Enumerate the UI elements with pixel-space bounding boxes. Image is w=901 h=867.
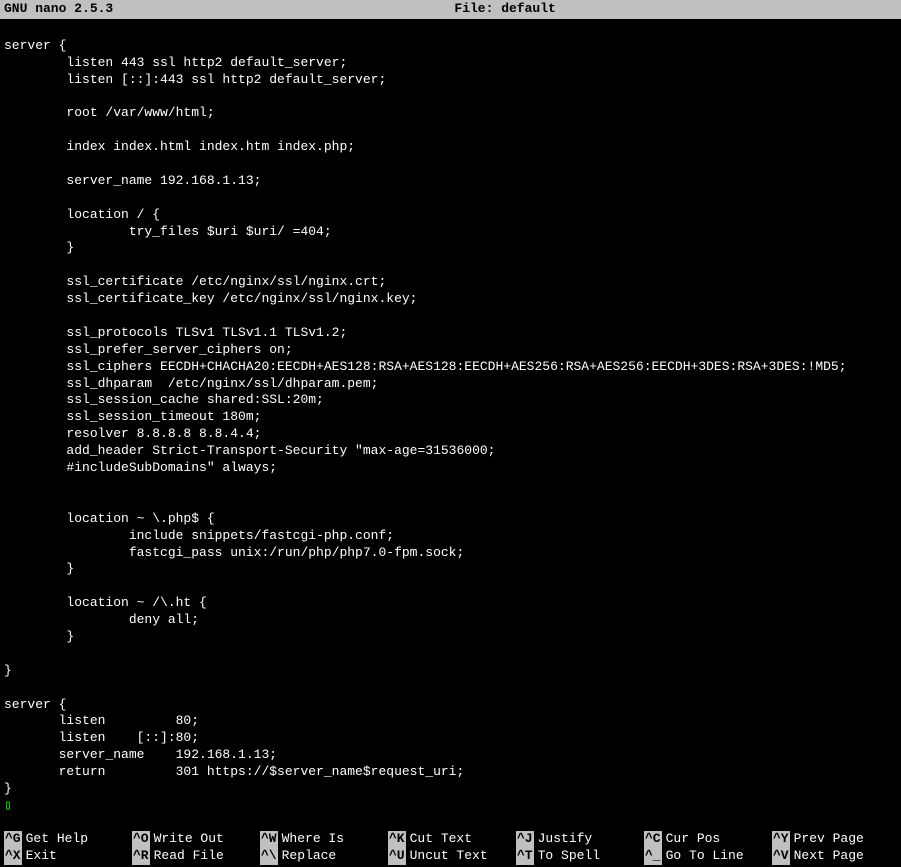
shortcut-row-2: ^X Exit ^R Read File ^\ Replace ^U Uncut… [4,848,897,865]
shortcut-read-file[interactable]: ^R Read File [132,848,260,865]
shortcut-label: Next Page [794,848,864,865]
shortcut-label: Write Out [154,831,224,848]
shortcut-label: To Spell [538,848,600,865]
shortcut-key: ^O [132,831,150,848]
shortcut-write-out[interactable]: ^O Write Out [132,831,260,848]
shortcut-label: Uncut Text [410,848,488,865]
shortcut-key: ^X [4,848,22,865]
shortcut-key: ^_ [644,848,662,865]
text-cursor: ▯ [4,798,12,815]
shortcut-row-1: ^G Get Help ^O Write Out ^W Where Is ^K … [4,831,897,848]
shortcut-go-to-line[interactable]: ^_ Go To Line [644,848,772,865]
shortcut-cur-pos[interactable]: ^C Cur Pos [644,831,772,848]
shortcut-key: ^U [388,848,406,865]
shortcut-label: Replace [282,848,337,865]
shortcut-uncut-text[interactable]: ^U Uncut Text [388,848,516,865]
shortcut-key: ^W [260,831,278,848]
shortcut-key: ^Y [772,831,790,848]
shortcut-label: Go To Line [666,848,744,865]
shortcut-justify[interactable]: ^J Justify [516,831,644,848]
shortcut-next-page[interactable]: ^V Next Page [772,848,900,865]
shortcut-label: Get Help [26,831,88,848]
editor-area[interactable]: server { listen 443 ssl http2 default_se… [0,19,901,817]
shortcut-prev-page[interactable]: ^Y Prev Page [772,831,900,848]
shortcut-bar: ^G Get Help ^O Write Out ^W Where Is ^K … [0,831,901,867]
shortcut-get-help[interactable]: ^G Get Help [4,831,132,848]
shortcut-key: ^\ [260,848,278,865]
shortcut-label: Prev Page [794,831,864,848]
shortcut-label: Read File [154,848,224,865]
title-bar: GNU nano 2.5.3 File: default [0,0,901,19]
shortcut-where-is[interactable]: ^W Where Is [260,831,388,848]
shortcut-label: Where Is [282,831,344,848]
shortcut-key: ^R [132,848,150,865]
file-label: File: default [113,1,897,18]
shortcut-key: ^G [4,831,22,848]
shortcut-label: Exit [26,848,57,865]
shortcut-key: ^T [516,848,534,865]
shortcut-label: Cur Pos [666,831,721,848]
shortcut-replace[interactable]: ^\ Replace [260,848,388,865]
file-content: server { listen 443 ssl http2 default_se… [4,38,847,796]
shortcut-exit[interactable]: ^X Exit [4,848,132,865]
shortcut-key: ^K [388,831,406,848]
shortcut-to-spell[interactable]: ^T To Spell [516,848,644,865]
shortcut-label: Cut Text [410,831,472,848]
app-name: GNU nano 2.5.3 [4,1,113,18]
shortcut-key: ^C [644,831,662,848]
shortcut-key: ^J [516,831,534,848]
shortcut-key: ^V [772,848,790,865]
shortcut-cut-text[interactable]: ^K Cut Text [388,831,516,848]
shortcut-label: Justify [538,831,593,848]
